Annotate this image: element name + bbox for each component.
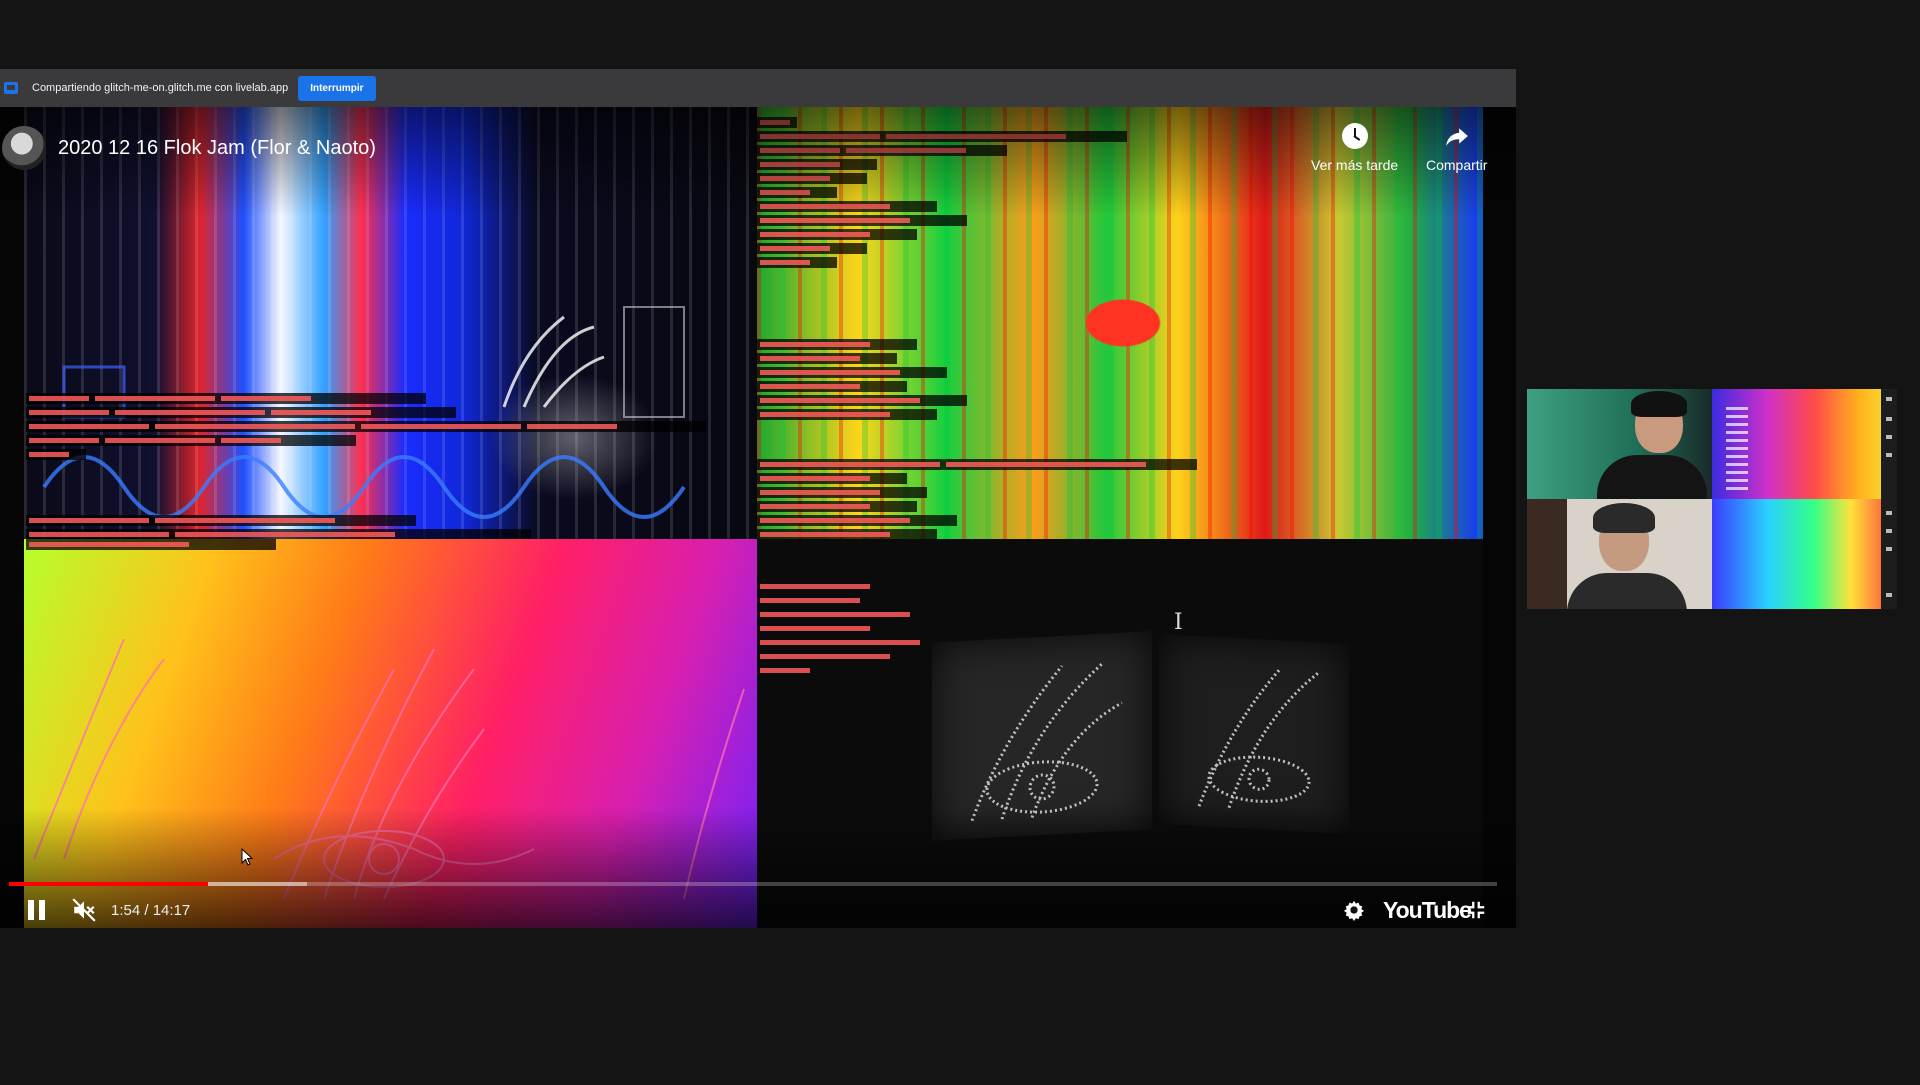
settings-button[interactable]	[1342, 895, 1366, 925]
call-sidebar	[1881, 389, 1897, 609]
exit-fullscreen-icon	[1467, 901, 1485, 919]
mouse-cursor-icon	[241, 848, 254, 866]
pause-icon	[27, 900, 47, 920]
share-message: Compartiendo glitch-me-on.glitch.me con …	[32, 82, 289, 94]
sidebar-icon[interactable]	[1886, 417, 1892, 421]
bottom-overlay	[0, 808, 1516, 928]
youtube-logo-text: YouTube	[1383, 897, 1472, 923]
stop-sharing-button[interactable]: Interrumpir	[298, 75, 376, 101]
progress-bar[interactable]	[9, 882, 1497, 886]
settings-icon	[1343, 900, 1365, 921]
volume-muted-icon	[72, 898, 96, 922]
progress-played	[9, 882, 209, 886]
watch-later-button[interactable]: Ver más tarde	[1311, 123, 1398, 173]
video-call-panel	[1527, 389, 1897, 609]
participant-1-hair	[1631, 391, 1687, 417]
code-overlay	[26, 393, 706, 463]
video-letterbox-right	[1483, 107, 1516, 928]
participant-2-screen[interactable]	[1712, 499, 1897, 609]
share-button[interactable]: Compartir	[1426, 123, 1487, 173]
participant-1-code-lines	[1726, 407, 1748, 495]
sidebar-icon[interactable]	[1886, 435, 1892, 439]
participant-1-video[interactable]	[1527, 389, 1712, 499]
text-cursor-icon: I	[1174, 610, 1183, 635]
cube-face-right	[1159, 634, 1349, 834]
code-overlay-5	[757, 459, 1197, 539]
time-display: 1:54 / 14:17	[111, 902, 191, 919]
cube-eye-drawing-right	[1197, 669, 1320, 809]
sidebar-icon[interactable]	[1886, 397, 1892, 401]
exit-fullscreen-button[interactable]	[1463, 895, 1489, 925]
sidebar-icon[interactable]	[1886, 453, 1892, 457]
youtube-logo[interactable]: YouTube	[1383, 897, 1472, 924]
screen: Compartiendo glitch-me-on.glitch.me con …	[0, 0, 1920, 1085]
sidebar-icon[interactable]	[1886, 529, 1892, 533]
participant-1-screen[interactable]	[1712, 389, 1897, 499]
sidebar-icon[interactable]	[1886, 593, 1892, 597]
video-player[interactable]: 2020 12 16 Flok Jam (Flor & Naoto) Ver m…	[0, 107, 1516, 928]
top-overlay	[0, 107, 1516, 217]
screen-share-icon	[4, 82, 18, 94]
participant-2-body	[1567, 573, 1687, 609]
sidebar-icon[interactable]	[1886, 511, 1892, 515]
code-overlay-6	[26, 539, 276, 553]
sidebar-icon[interactable]	[1886, 547, 1892, 551]
participant-2-door	[1527, 499, 1567, 609]
mute-button[interactable]	[70, 895, 98, 925]
participant-2-headset	[1593, 503, 1655, 533]
pause-button[interactable]	[25, 895, 49, 925]
share-arrow-icon	[1445, 128, 1468, 146]
code-overlay-2	[26, 515, 531, 539]
screen-share-bar: Compartiendo glitch-me-on.glitch.me con …	[0, 69, 1516, 107]
channel-avatar[interactable]	[2, 126, 46, 170]
code-overlay-4	[757, 339, 967, 423]
video-title[interactable]: 2020 12 16 Flok Jam (Flor & Naoto)	[58, 137, 376, 160]
watch-later-label: Ver más tarde	[1311, 157, 1399, 173]
participant-2-video[interactable]	[1527, 499, 1712, 609]
video-letterbox-left	[0, 107, 24, 928]
clock-icon	[1341, 123, 1368, 149]
share-label: Compartir	[1426, 157, 1488, 173]
